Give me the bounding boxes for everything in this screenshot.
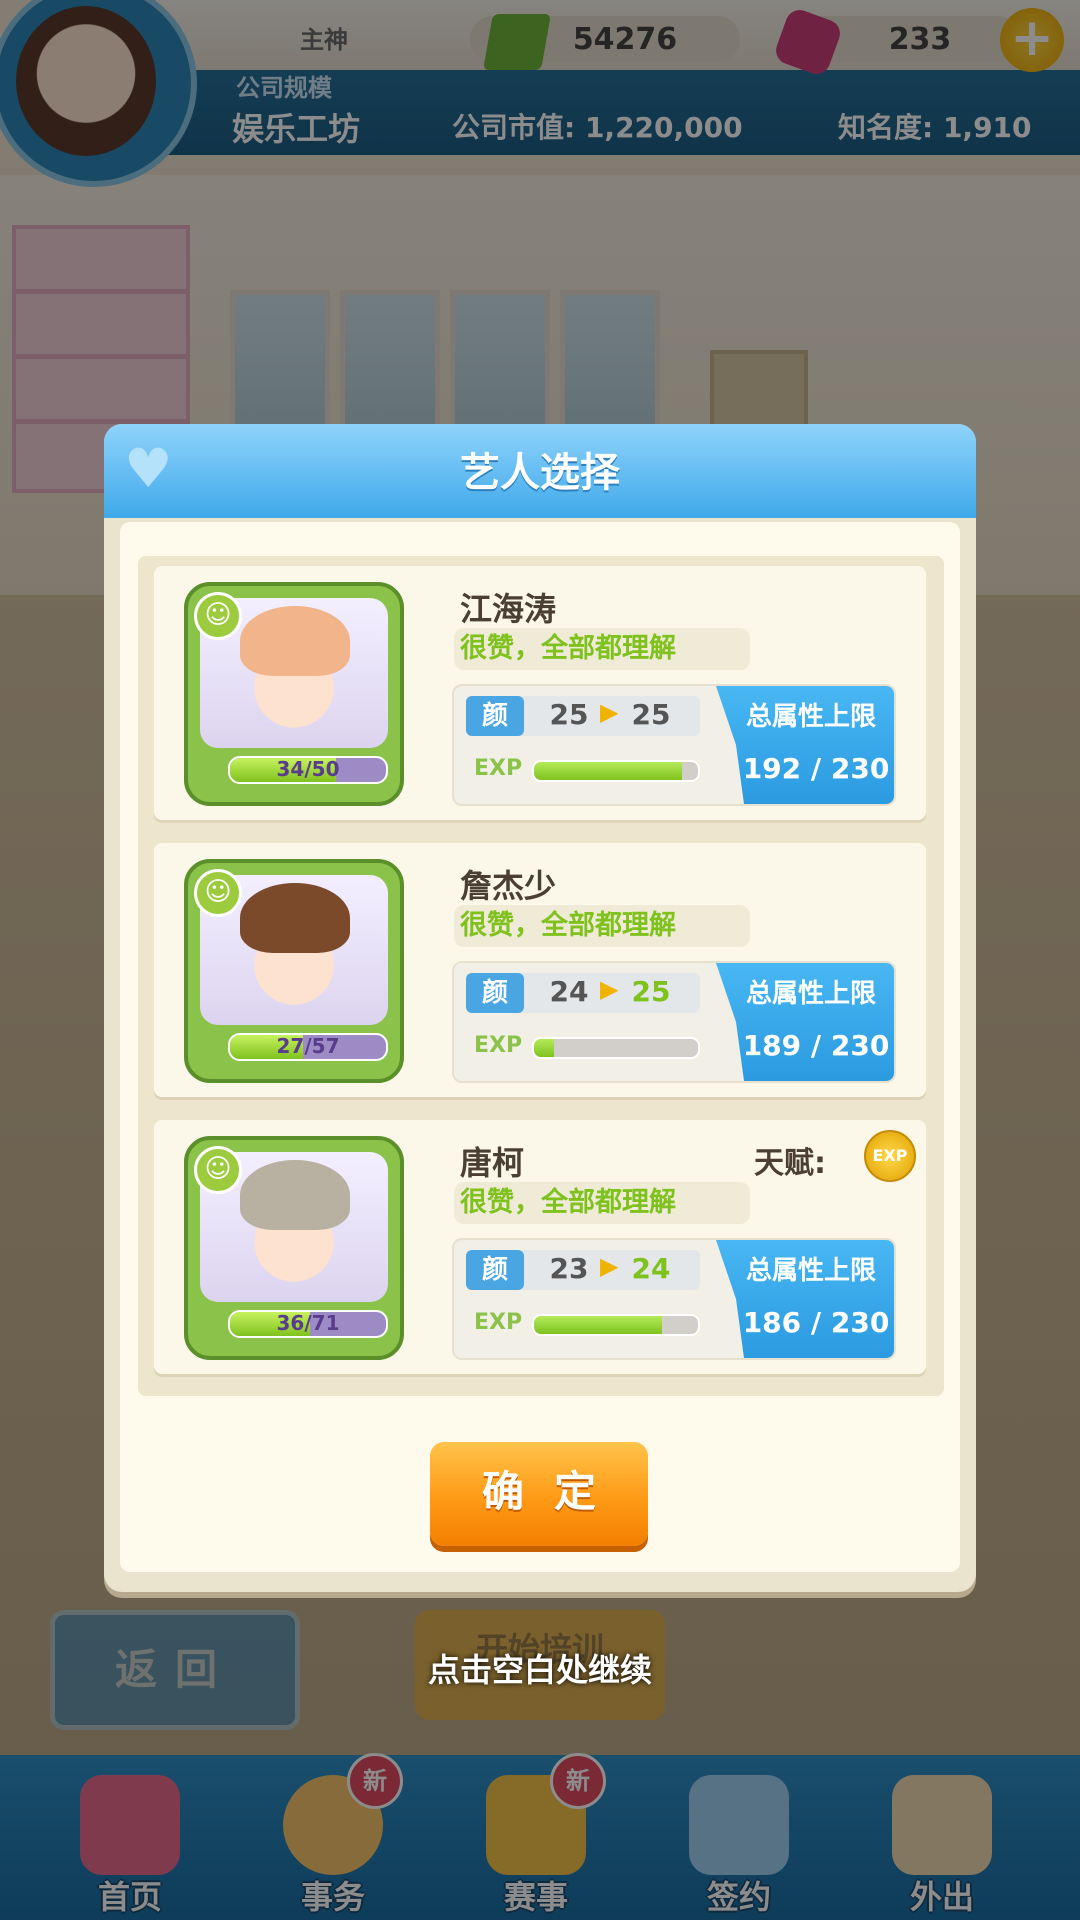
artist-card[interactable]: ☺ ⚡ 34/50 江海涛 很赞，全部都理解 颜 25 ▶ 25 EXP 总属性…	[154, 566, 926, 820]
mood-icon: ☺	[194, 1146, 242, 1194]
energy-bar: 27/57	[228, 1033, 388, 1061]
total-value: 192 / 230	[742, 752, 890, 785]
total-value: 189 / 230	[742, 1029, 890, 1062]
artist-portrait: ☺ ⚡ 34/50	[184, 582, 404, 806]
exp-bar	[532, 760, 700, 782]
total-label: 总属性上限	[745, 702, 876, 732]
artist-card[interactable]: ☺ ⚡ 36/71 唐柯 天赋: EXP 很赞，全部都理解 颜 23 ▶ 24 …	[154, 1120, 926, 1374]
exp-talent-icon[interactable]: EXP	[864, 1130, 916, 1182]
energy-value: 34/50	[276, 757, 340, 781]
attr-next: 25	[631, 975, 671, 1008]
energy-bar: 34/50	[228, 756, 388, 784]
attr-current: 24	[549, 975, 589, 1008]
exp-fill	[534, 1316, 662, 1334]
artist-comment: 很赞，全部都理解	[454, 628, 750, 670]
total-label: 总属性上限	[745, 1256, 876, 1286]
stat-box: 颜 25 ▶ 25 EXP 总属性上限 192 / 230	[452, 684, 896, 806]
arrow-right-icon: ▶	[600, 698, 619, 726]
artist-comment: 很赞，全部都理解	[454, 1182, 750, 1224]
attr-label: 颜	[466, 696, 524, 736]
exp-label: EXP	[474, 1310, 523, 1335]
energy-icon: ⚡	[200, 1306, 220, 1339]
portrait-hair	[240, 606, 350, 676]
dialog-title: 艺人选择	[460, 450, 620, 496]
attr-next: 25	[631, 698, 671, 731]
portrait-hair	[240, 1160, 350, 1230]
attr-label: 颜	[466, 1250, 524, 1290]
stat-box: 颜 23 ▶ 24 EXP 总属性上限 186 / 230	[452, 1238, 896, 1360]
artist-comment: 很赞，全部都理解	[454, 905, 750, 947]
stat-box: 颜 24 ▶ 25 EXP 总属性上限 189 / 230	[452, 961, 896, 1083]
mood-icon: ☺	[194, 869, 242, 917]
exp-bar	[532, 1314, 700, 1336]
continue-hint: 点击空白处继续	[427, 1651, 652, 1689]
total-value: 186 / 230	[742, 1306, 890, 1339]
total-label: 总属性上限	[745, 979, 876, 1009]
energy-icon: ⚡	[200, 1029, 220, 1062]
confirm-button[interactable]: 确定	[430, 1442, 648, 1546]
artist-name: 詹杰少	[460, 867, 557, 905]
attr-next: 24	[631, 1252, 671, 1285]
energy-icon: ⚡	[200, 752, 220, 785]
exp-label: EXP	[474, 756, 523, 781]
exp-fill	[534, 1039, 554, 1057]
exp-bar	[532, 1037, 700, 1059]
energy-bar: 36/71	[228, 1310, 388, 1338]
portrait-hair	[240, 883, 350, 953]
talent-label: 天赋:	[754, 1146, 826, 1181]
attr-current: 25	[549, 698, 589, 731]
artist-portrait: ☺ ⚡ 27/57	[184, 859, 404, 1083]
arrow-right-icon: ▶	[600, 1252, 619, 1280]
mood-icon: ☺	[194, 592, 242, 640]
attr-current: 23	[549, 1252, 589, 1285]
artist-portrait: ☺ ⚡ 36/71	[184, 1136, 404, 1360]
artist-card[interactable]: ☺ ⚡ 27/57 詹杰少 很赞，全部都理解 颜 24 ▶ 25 EXP 总属性…	[154, 843, 926, 1097]
artist-name: 江海涛	[460, 590, 557, 628]
exp-label: EXP	[474, 1033, 523, 1058]
artist-name: 唐柯	[460, 1144, 525, 1182]
energy-value: 27/57	[276, 1034, 340, 1058]
arrow-right-icon: ▶	[600, 975, 619, 1003]
exp-fill	[534, 762, 682, 780]
energy-value: 36/71	[276, 1311, 340, 1335]
attr-label: 颜	[466, 973, 524, 1013]
